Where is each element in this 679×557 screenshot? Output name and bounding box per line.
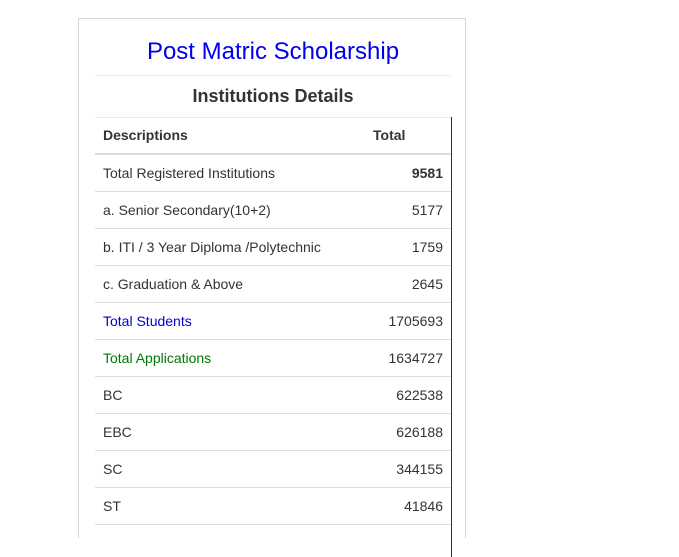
table-row: ST 41846 bbox=[95, 487, 451, 525]
row-value: 1705693 bbox=[351, 302, 451, 340]
table-row: c. Graduation & Above 2645 bbox=[95, 265, 451, 303]
table-row: b. ITI / 3 Year Diploma /Polytechnic 175… bbox=[95, 228, 451, 266]
row-value: 1634727 bbox=[351, 339, 451, 377]
row-label: a. Senior Secondary(10+2) bbox=[95, 191, 351, 229]
row-value: 622538 bbox=[351, 376, 451, 414]
table-row: BC 622538 bbox=[95, 376, 451, 414]
total-students-link[interactable]: Total Students bbox=[95, 302, 351, 340]
row-label: ST bbox=[95, 487, 351, 525]
row-value: 5177 bbox=[351, 191, 451, 229]
title-divider bbox=[95, 75, 451, 76]
column-header-total: Total bbox=[351, 117, 451, 155]
row-label: SC bbox=[95, 450, 351, 488]
row-value: 2645 bbox=[351, 265, 451, 303]
table-header-row: Descriptions Total bbox=[95, 117, 451, 155]
table-row: EBC 626188 bbox=[95, 413, 451, 451]
page-title: Post Matric Scholarship bbox=[146, 38, 400, 65]
row-value: 9581 bbox=[351, 154, 451, 192]
row-value: 344155 bbox=[351, 450, 451, 488]
row-label: c. Graduation & Above bbox=[95, 265, 351, 303]
row-label: BC bbox=[95, 376, 351, 414]
row-label: EBC bbox=[95, 413, 351, 451]
total-applications-link[interactable]: Total Applications bbox=[95, 339, 351, 377]
column-header-descriptions: Descriptions bbox=[95, 117, 351, 155]
row-value: 626188 bbox=[351, 413, 451, 451]
row-value: 41846 bbox=[351, 487, 451, 525]
table-row: a. Senior Secondary(10+2) 5177 bbox=[95, 191, 451, 229]
row-value: 1759 bbox=[351, 228, 451, 266]
section-title: Institutions Details bbox=[192, 86, 354, 106]
institutions-table: Descriptions Total Total Registered Inst… bbox=[95, 117, 451, 525]
institutions-table-container: Descriptions Total Total Registered Inst… bbox=[95, 117, 452, 557]
table-row: Total Registered Institutions 9581 bbox=[95, 154, 451, 192]
scholarship-card: Post Matric Scholarship Institutions Det… bbox=[78, 18, 466, 557]
table-row: SC 344155 bbox=[95, 450, 451, 488]
row-label: Total Registered Institutions bbox=[95, 154, 351, 192]
row-label: b. ITI / 3 Year Diploma /Polytechnic bbox=[95, 228, 351, 266]
table-row[interactable]: Total Students 1705693 bbox=[95, 302, 451, 340]
table-row[interactable]: Total Applications 1634727 bbox=[95, 339, 451, 377]
